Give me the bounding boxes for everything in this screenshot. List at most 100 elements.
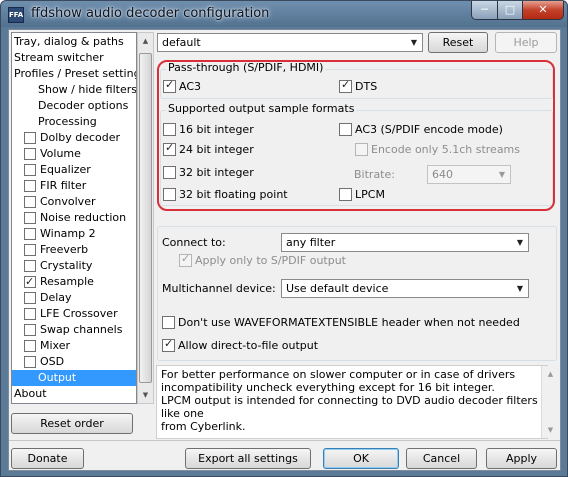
tree-item[interactable]: Delay — [12, 290, 136, 306]
tree-item[interactable]: Convolver — [12, 194, 136, 210]
reset-order-button[interactable]: Reset order — [11, 413, 133, 434]
tree-item-checkbox[interactable] — [24, 212, 36, 224]
tree-item-checkbox[interactable] — [24, 164, 36, 176]
maximize-button[interactable]: □ — [497, 1, 523, 20]
tree-item-checkbox[interactable] — [24, 308, 36, 320]
tree-item[interactable]: Winamp 2 — [12, 226, 136, 242]
tree-scrollbar-thumb[interactable] — [139, 53, 152, 383]
chevron-down-icon: ▼ — [410, 38, 418, 47]
tree-item-checkbox[interactable] — [24, 292, 36, 304]
waveformat-label[interactable]: Don't use WAVEFORMATEXTENSIBLE header wh… — [178, 316, 520, 330]
tree-item-label: About — [14, 387, 47, 400]
chevron-down-icon: ▼ — [516, 284, 524, 293]
tree-item-label: Mixer — [40, 339, 71, 352]
tree-item-label: Tray, dialog & paths — [14, 35, 124, 48]
tree-item-label: Volume — [40, 147, 81, 160]
tree-item-label: Dolby decoder — [40, 131, 121, 144]
info-line: from Cyberlink. — [161, 420, 246, 433]
tree-scrollbar[interactable]: ▲ ▼ — [137, 32, 154, 404]
tree-item-checkbox[interactable] — [24, 356, 36, 368]
connect-to-value: any filter — [286, 236, 336, 249]
scroll-down-arrow-icon[interactable]: ▼ — [138, 387, 153, 403]
tree-item-checkbox[interactable] — [24, 228, 36, 240]
tree-item-label: Show / hide filters — [38, 83, 137, 96]
multichannel-device-value: Use default device — [286, 282, 389, 295]
direct-file-checkbox[interactable] — [162, 337, 175, 352]
connect-to-select[interactable]: any filter ▼ — [281, 233, 529, 252]
tree-item-checkbox[interactable] — [24, 244, 36, 256]
tree-item-label: FIR filter — [40, 179, 87, 192]
tree-item-label: Stream switcher — [14, 51, 104, 64]
minimize-button[interactable]: ─ — [471, 1, 498, 20]
tree-item-label: Decoder options — [38, 99, 129, 112]
tree-item[interactable]: Freeverb — [12, 242, 136, 258]
donate-button[interactable]: Donate — [11, 448, 84, 469]
tree-item-checkbox[interactable] — [24, 340, 36, 352]
tree-item[interactable]: Dolby decoder — [12, 130, 136, 146]
reset-preset-button[interactable]: Reset — [428, 32, 488, 53]
multichannel-device-select[interactable]: Use default device ▼ — [281, 279, 529, 298]
tree-item-label: Profiles / Preset settings — [14, 67, 137, 80]
tree-item[interactable]: Profiles / Preset settings — [12, 66, 136, 82]
info-scrollbar[interactable]: ▲ ▼ — [541, 366, 558, 438]
settings-tree[interactable]: Tray, dialog & paths Stream switcher Profi… — [11, 32, 137, 404]
tree-item[interactable]: LFE Crossover — [12, 306, 136, 322]
info-line: incompatibility uncheck everything excep… — [161, 381, 495, 394]
tree-item[interactable]: Swap channels — [12, 322, 136, 338]
tree-item-label: Equalizer — [40, 163, 91, 176]
chevron-down-icon: ▼ — [516, 238, 524, 247]
tree-item[interactable]: Tray, dialog & paths — [12, 34, 136, 50]
tree-item-checkbox[interactable] — [24, 260, 36, 272]
multichannel-label: Multichannel device: — [162, 282, 276, 295]
tree-item-checkbox[interactable] — [24, 132, 36, 144]
direct-file-label[interactable]: Allow direct-to-file output — [178, 339, 318, 353]
info-line: LPCM output is intended for connecting t… — [161, 394, 538, 420]
scroll-up-arrow-icon[interactable]: ▲ — [138, 33, 153, 49]
preset-select[interactable]: default ▼ — [157, 33, 423, 52]
tree-item-label: Freeverb — [40, 243, 89, 256]
tree-item-checkbox[interactable] — [24, 196, 36, 208]
tree-item[interactable]: Stream switcher — [12, 50, 136, 66]
tree-item[interactable]: Crystality — [12, 258, 136, 274]
ok-button[interactable]: OK — [323, 448, 399, 469]
tree-item[interactable]: Output — [12, 370, 136, 386]
tree-item[interactable]: Mixer — [12, 338, 136, 354]
footer-divider — [9, 440, 560, 441]
tree-item[interactable]: FIR filter — [12, 178, 136, 194]
tree-item-checkbox[interactable] — [24, 148, 36, 160]
scroll-up-arrow-icon[interactable]: ▲ — [543, 366, 558, 382]
tree-item[interactable]: Decoder options — [12, 98, 136, 114]
tree-item[interactable]: Volume — [12, 146, 136, 162]
tree-item[interactable]: Show / hide filters — [12, 82, 136, 98]
connect-to-label: Connect to: — [162, 236, 226, 249]
cancel-button[interactable]: Cancel — [406, 448, 477, 469]
tree-item-label: Convolver — [40, 195, 96, 208]
help-button[interactable]: Help — [495, 32, 557, 53]
app-window: FFA ffdshow audio decoder configuration … — [0, 0, 568, 477]
scroll-down-arrow-icon[interactable]: ▼ — [543, 422, 558, 438]
close-button[interactable]: ✕ — [522, 1, 564, 20]
tree-item[interactable]: Resample — [12, 274, 136, 290]
tree-item-label: Crystality — [40, 259, 93, 272]
tree-item[interactable]: Processing — [12, 114, 136, 130]
tree-item[interactable]: OSD — [12, 354, 136, 370]
apply-button[interactable]: Apply — [486, 448, 557, 469]
tree-item-checkbox[interactable] — [24, 324, 36, 336]
tree-item-label: Noise reduction — [40, 211, 127, 224]
tree-item-checkbox[interactable] — [24, 274, 36, 290]
tree-item[interactable]: About — [12, 386, 136, 402]
tree-item-label: Resample — [40, 275, 94, 288]
tree-item-checkbox[interactable] — [24, 180, 36, 192]
window-title: ffdshow audio decoder configuration — [31, 6, 270, 21]
waveformat-checkbox[interactable] — [162, 316, 175, 329]
highlight-outline — [157, 60, 555, 211]
tree-item[interactable]: Noise reduction — [12, 210, 136, 226]
apply-spdif-label[interactable]: Apply only to S/PDIF output — [195, 254, 346, 268]
apply-spdif-checkbox[interactable] — [179, 252, 192, 267]
tree-item[interactable]: Equalizer — [12, 162, 136, 178]
title-bar[interactable]: FFA ffdshow audio decoder configuration … — [1, 1, 567, 29]
info-line: For better performance on slower compute… — [161, 368, 516, 381]
tree-item-label: OSD — [40, 355, 65, 368]
export-settings-button[interactable]: Export all settings — [185, 448, 311, 469]
tree-item-label: LFE Crossover — [40, 307, 118, 320]
